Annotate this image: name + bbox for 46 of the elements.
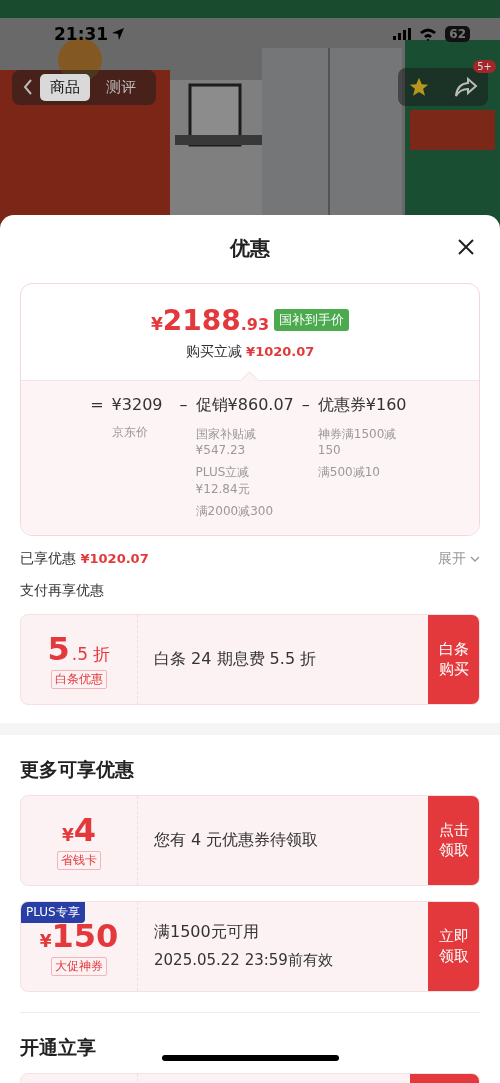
coupon-text: 满1500元可用 [154,922,260,944]
section-subtitle: 支付再享优惠 [19,581,105,600]
back-icon[interactable] [22,78,34,96]
coupon-text: 2025.05.22 23:59前有效 [154,951,334,971]
expand-button[interactable]: 展开 [438,549,480,568]
coupon-tag: 省钱卡 [57,850,101,870]
applied-discount: 已享优惠 ¥1020.07 [20,549,149,568]
sheet-title: 优惠 [230,234,270,262]
price-term: 优惠券¥160 [317,395,408,416]
coupon-text: 您有 4 元优惠券待领取 [154,829,320,851]
price-note: PLUS立减¥12.84元 [195,464,251,497]
signal-icon [393,28,414,40]
coupon-text: 白条 24 期息费 5.5 折 [154,648,318,670]
coupon-tag: 白条优惠 [51,669,107,689]
claim-button[interactable]: 立即领取 [428,901,479,991]
price-note: 国家补贴减¥547.23 [195,426,257,459]
price-tag: 国补到手价 [274,309,350,331]
operator: = [90,395,104,416]
close-button[interactable] [456,237,476,257]
chevron-down-icon [470,555,480,562]
section-title: 更多可享优惠 [20,756,134,782]
price-note: 神券满1500减150 [317,426,398,459]
final-price: ¥2188.93 [150,303,270,337]
share-icon[interactable] [454,76,478,98]
status-time: 21:31 [54,24,109,44]
price-note: 满500减10 [317,464,381,481]
operator: – [301,395,310,416]
reduction-text: 购买立减 ¥1020.07 [185,342,315,361]
discount-value: 5.5 折 [47,629,111,668]
nav-tab[interactable]: 商品 [40,73,90,101]
claim-button[interactable]: 白条购买 [428,614,479,704]
star-icon[interactable] [408,76,430,98]
battery-level: 62 [445,26,470,42]
claim-button[interactable]: 点击领取 [428,795,479,885]
plus-badge: PLUS专享 [21,901,85,923]
price-term: ¥3209 [111,395,164,414]
coupon-amount: ¥4 [61,810,97,849]
price-note: 满2000减300 [195,502,275,519]
price-term: 促销¥860.07 [195,395,294,416]
location-icon [111,27,126,41]
section-title: 开通立享 [20,1034,96,1060]
wifi-icon [419,27,438,41]
operator: – [179,395,188,416]
price-note: 京东价 [111,424,149,441]
nav-tab[interactable]: 测评 [96,73,146,101]
coupon-tag: 大促神券 [51,956,107,976]
